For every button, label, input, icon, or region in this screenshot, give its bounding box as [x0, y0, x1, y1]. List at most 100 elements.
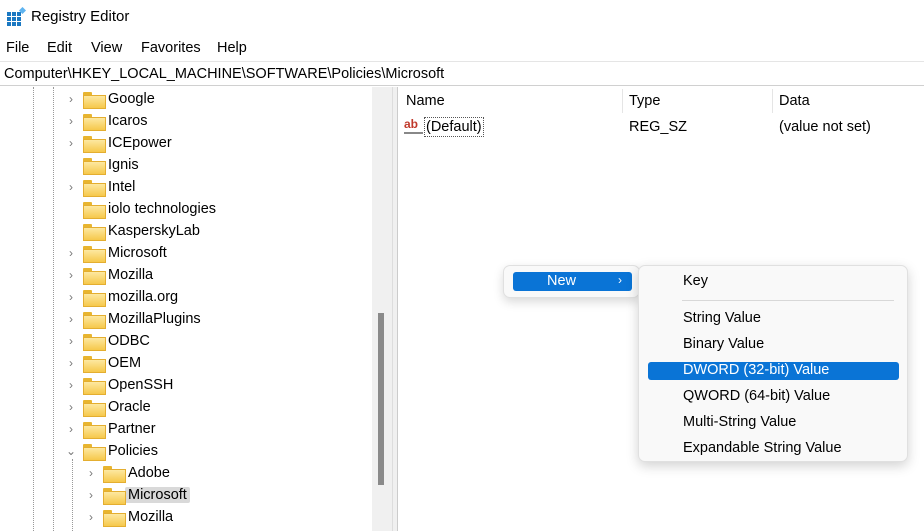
tree-item-label: ICEpower	[108, 135, 172, 151]
chevron-right-icon[interactable]: ›	[64, 290, 78, 304]
tree-item-label: iolo technologies	[108, 201, 217, 217]
tree-item[interactable]: KasperskyLab	[64, 220, 200, 242]
string-value-icon: ab	[404, 117, 423, 134]
value-type: REG_SZ	[629, 119, 688, 135]
menu-bar: File Edit View Favorites Help	[0, 36, 924, 60]
folder-icon	[83, 421, 106, 439]
folder-icon	[103, 465, 126, 483]
value-data: (value not set)	[779, 119, 871, 135]
new-submenu: Key String Value Binary Value DWORD (32-…	[638, 265, 908, 462]
chevron-right-icon[interactable]: ›	[64, 180, 78, 194]
tree-scrollbar-thumb[interactable]	[378, 313, 384, 485]
tree-item[interactable]: › mozilla.org	[64, 286, 178, 308]
chevron-right-icon[interactable]: ›	[84, 466, 98, 480]
tree-item[interactable]: › Google	[64, 88, 155, 110]
folder-icon	[83, 179, 106, 197]
tree-item-label: Ignis	[108, 157, 139, 173]
tree-item[interactable]: iolo technologies	[64, 198, 216, 220]
title-bar: Registry Editor	[0, 0, 924, 34]
chevron-right-icon[interactable]: ›	[64, 378, 78, 392]
column-name[interactable]: Name	[406, 93, 445, 109]
menu-item-qword-value[interactable]: QWORD (64-bit) Value	[683, 388, 830, 404]
chevron-right-icon[interactable]: ›	[64, 312, 78, 326]
tree-item[interactable]: › OEM	[64, 352, 141, 374]
tree-item[interactable]: › Mozilla	[84, 506, 173, 528]
tree-item[interactable]: › Partner	[64, 418, 156, 440]
registry-editor-icon	[7, 7, 26, 26]
chevron-down-icon[interactable]: ⌄	[64, 444, 78, 458]
chevron-right-icon[interactable]: ›	[64, 246, 78, 260]
new-label: New	[547, 273, 577, 289]
folder-icon	[83, 355, 106, 373]
tree-item-label: Mozilla	[128, 509, 174, 525]
folder-icon	[83, 399, 106, 417]
folder-icon	[83, 377, 106, 395]
tree-item[interactable]: Ignis	[64, 154, 139, 176]
menu-item-dword-value[interactable]: DWORD (32-bit) Value	[683, 362, 829, 378]
tree-item-label: Mozilla	[108, 267, 154, 283]
value-row[interactable]: ab (Default) REG_SZ (value not set)	[404, 116, 924, 138]
tree-item[interactable]: ⌄ Policies	[64, 440, 158, 462]
tree-item-label: ODBC	[108, 333, 150, 349]
chevron-right-icon[interactable]: ›	[64, 334, 78, 348]
tree-item[interactable]: › ICEpower	[64, 132, 172, 154]
folder-icon	[83, 113, 106, 131]
tree-item[interactable]: › MozillaPlugins	[64, 308, 201, 330]
tree-item[interactable]: › ODBC	[64, 330, 150, 352]
address-bar[interactable]: Computer\HKEY_LOCAL_MACHINE\SOFTWARE\Pol…	[0, 61, 924, 86]
tree-item[interactable]: › Adobe	[84, 462, 170, 484]
tree-item-label: Oracle	[108, 399, 151, 415]
menu-item-binary-value[interactable]: Binary Value	[683, 336, 764, 352]
chevron-right-icon[interactable]: ›	[64, 400, 78, 414]
folder-icon	[83, 201, 106, 219]
chevron-right-icon[interactable]: ›	[64, 136, 78, 150]
chevron-right-icon[interactable]: ›	[64, 422, 78, 436]
chevron-right-icon[interactable]: ›	[84, 510, 98, 524]
chevron-right-icon[interactable]: ›	[84, 488, 98, 502]
menu-item-expandable-string-value[interactable]: Expandable String Value	[683, 440, 842, 456]
menu-file[interactable]: File	[6, 40, 29, 56]
menu-item-multi-string-value[interactable]: Multi-String Value	[683, 414, 796, 430]
tree-item-label: Microsoft	[108, 245, 167, 261]
menu-favorites[interactable]: Favorites	[141, 40, 201, 56]
chevron-right-icon[interactable]: ›	[64, 114, 78, 128]
menu-edit[interactable]: Edit	[47, 40, 72, 56]
chevron-right-icon[interactable]: ›	[64, 268, 78, 282]
folder-icon	[103, 509, 126, 527]
menu-item-new[interactable]: New ›	[513, 272, 632, 291]
menu-item-key[interactable]: Key	[683, 273, 708, 289]
tree-item-label: Intel	[108, 179, 136, 195]
tree-item[interactable]: › Icaros	[64, 110, 148, 132]
tree-item-label: Icaros	[108, 113, 148, 129]
folder-icon	[83, 157, 106, 175]
menu-help[interactable]: Help	[217, 40, 247, 56]
tree-item-label: Google	[108, 91, 155, 107]
tree-item-label: OEM	[108, 355, 142, 371]
address-path[interactable]: Computer\HKEY_LOCAL_MACHINE\SOFTWARE\Pol…	[4, 66, 444, 82]
key-tree: › Google › Icaros › ICEpower Ignis › Intel iolo t…	[0, 87, 392, 531]
column-type[interactable]: Type	[629, 93, 660, 109]
folder-icon	[103, 487, 126, 505]
chevron-right-icon[interactable]: ›	[64, 356, 78, 370]
tree-item-label: mozilla.org	[108, 289, 179, 305]
folder-icon	[83, 245, 106, 263]
folder-icon	[83, 223, 106, 241]
tree-item[interactable]: › Oracle	[64, 396, 151, 418]
tree-item[interactable]: › Microsoft	[84, 484, 190, 506]
menu-item-string-value[interactable]: String Value	[683, 310, 761, 326]
tree-item[interactable]: › Microsoft	[64, 242, 167, 264]
tree-item[interactable]: › Intel	[64, 176, 135, 198]
menu-separator	[682, 300, 894, 301]
tree-item-label: Adobe	[128, 465, 170, 481]
pane-splitter[interactable]	[392, 87, 398, 531]
menu-view[interactable]: View	[91, 40, 122, 56]
tree-item-label: Policies	[108, 443, 158, 459]
column-data[interactable]: Data	[779, 93, 810, 109]
window-title: Registry Editor	[31, 8, 130, 25]
tree-item-label: Microsoft	[125, 487, 190, 503]
chevron-right-icon[interactable]: ›	[64, 92, 78, 106]
tree-item[interactable]: › Mozilla	[64, 264, 153, 286]
tree-item-label: Partner	[108, 421, 156, 437]
folder-icon	[83, 135, 106, 153]
tree-item[interactable]: › OpenSSH	[64, 374, 173, 396]
